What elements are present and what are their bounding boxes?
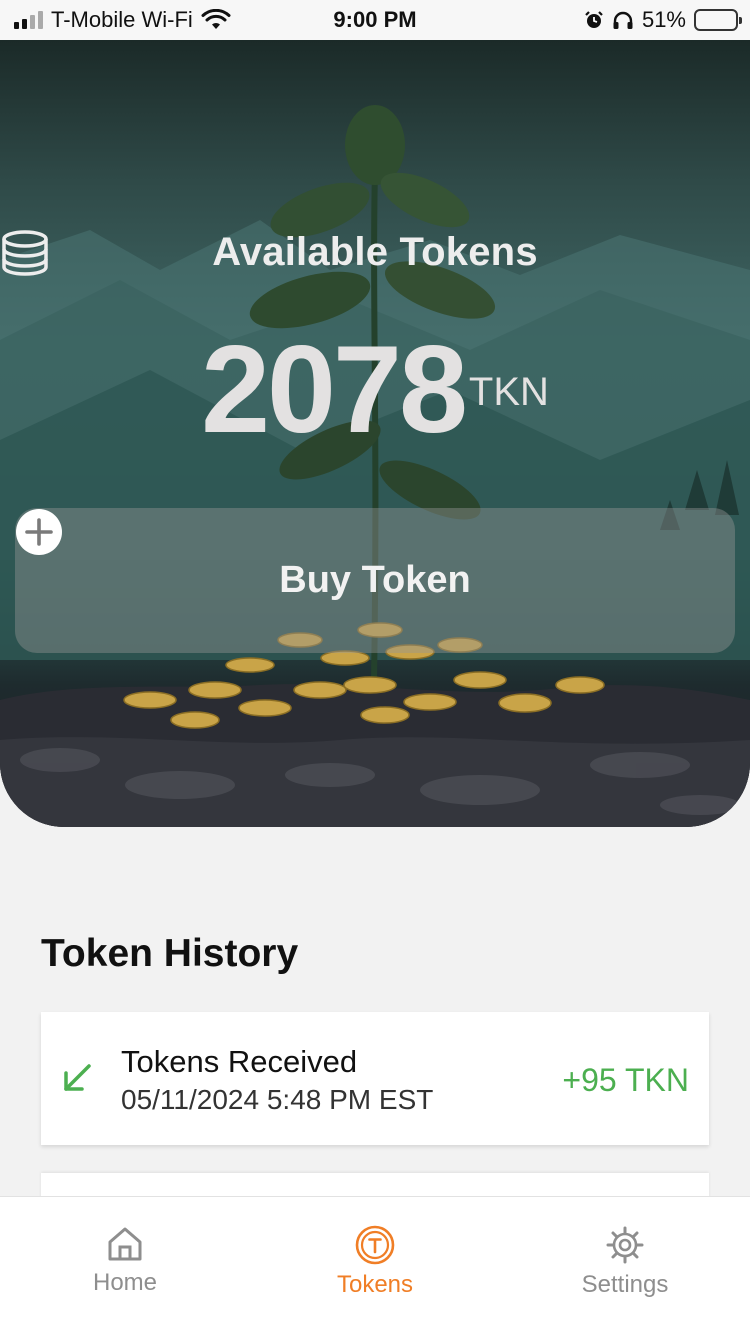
cellular-signal-icon xyxy=(14,11,43,29)
tab-settings-label: Settings xyxy=(581,1271,669,1298)
tab-home-label: Home xyxy=(92,1269,158,1296)
battery-percent: 51% xyxy=(641,7,686,32)
arrow-down-left-icon xyxy=(64,1064,91,1091)
buy-token-button[interactable]: Buy Token xyxy=(15,508,735,653)
token-balance: 2078 TKN xyxy=(0,328,750,452)
status-right: 51% xyxy=(584,7,742,33)
balance-unit: TKN xyxy=(468,370,549,414)
tab-home[interactable]: Home xyxy=(0,1197,250,1334)
available-tokens-label: Available Tokens xyxy=(212,230,538,274)
history-item-date: 05/11/2024 5:48 PM EST xyxy=(121,1084,434,1115)
history-item-title: Tokens Received xyxy=(121,1044,358,1079)
buy-token-label: Buy Token xyxy=(279,559,471,601)
coin-stack-icon xyxy=(2,230,48,276)
tab-tokens-label: Tokens xyxy=(336,1271,414,1298)
plus-circle-icon xyxy=(16,509,62,555)
status-bar: T-Mobile Wi-Fi 9:00 PM 51% xyxy=(0,0,750,40)
wifi-icon xyxy=(201,9,231,29)
alarm-icon xyxy=(585,11,603,28)
status-left: T-Mobile Wi-Fi xyxy=(14,7,231,33)
battery-icon xyxy=(694,9,742,31)
token-icon xyxy=(355,1225,395,1265)
home-icon xyxy=(108,1227,142,1261)
headphones-icon xyxy=(613,11,633,29)
available-tokens-header: Available Tokens xyxy=(0,230,750,276)
carrier-label: T-Mobile Wi-Fi xyxy=(51,7,193,32)
history-item[interactable]: Tokens Received 05/11/2024 5:48 PM EST +… xyxy=(41,1012,709,1145)
tab-settings[interactable]: Settings xyxy=(500,1197,750,1334)
bottom-tab-bar: Home Tokens Settings xyxy=(0,1196,750,1334)
gear-icon xyxy=(606,1226,644,1264)
balance-value: 2078 xyxy=(201,321,468,459)
history-item-amount: +95 TKN xyxy=(562,1062,689,1098)
token-history-title: Token History xyxy=(41,932,299,975)
tab-tokens[interactable]: Tokens xyxy=(250,1197,500,1334)
tokens-screen: T-Mobile Wi-Fi 9:00 PM 51% Available Tok… xyxy=(0,0,750,1334)
hero-balance-card: Available Tokens 2078 TKN Buy Token xyxy=(0,40,750,827)
